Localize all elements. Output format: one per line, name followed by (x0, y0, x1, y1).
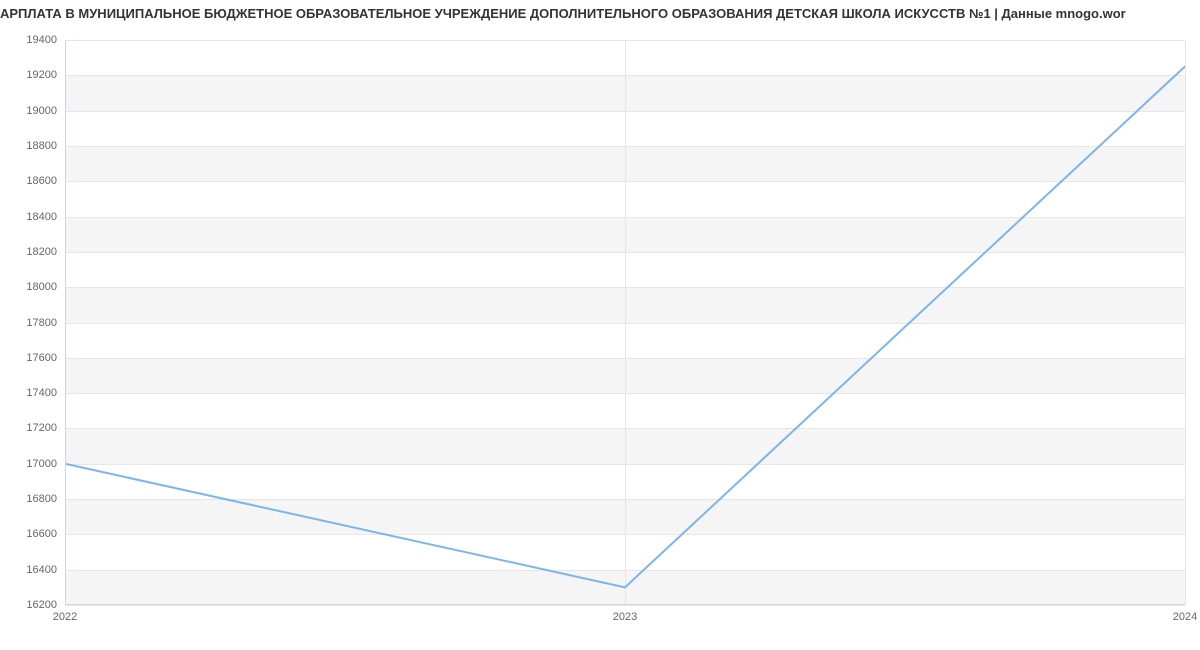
series-line-svg (65, 40, 1185, 605)
y-tick-label: 18800 (26, 140, 57, 152)
y-tick-label: 18400 (26, 211, 57, 223)
y-tick-label: 16200 (26, 599, 57, 611)
y-tick-label: 17000 (26, 458, 57, 470)
x-tick-label: 2022 (53, 611, 77, 623)
y-tick-label: 19400 (26, 34, 57, 46)
y-tick-label: 19200 (26, 69, 57, 81)
y-tick-label: 18000 (26, 281, 57, 293)
x-tick-label: 2023 (613, 611, 637, 623)
y-axis-line (65, 40, 66, 605)
y-tick-label: 19000 (26, 105, 57, 117)
y-tick-label: 17800 (26, 317, 57, 329)
x-tick-label: 2024 (1173, 611, 1197, 623)
y-tick-label: 18600 (26, 175, 57, 187)
plot-area: 1620016400166001680017000172001740017600… (65, 40, 1185, 605)
y-tick-label: 17600 (26, 352, 57, 364)
y-tick-label: 16400 (26, 564, 57, 576)
y-tick-label: 18200 (26, 246, 57, 258)
gridline-v (1185, 40, 1186, 605)
y-tick-label: 17200 (26, 422, 57, 434)
chart-title: АРПЛАТА В МУНИЦИПАЛЬНОЕ БЮДЖЕТНОЕ ОБРАЗО… (0, 6, 1200, 21)
y-tick-label: 16600 (26, 528, 57, 540)
y-tick-label: 17400 (26, 387, 57, 399)
series-line (65, 66, 1185, 587)
x-axis-line (65, 604, 1185, 605)
y-tick-label: 16800 (26, 493, 57, 505)
gridline-h (65, 605, 1185, 606)
